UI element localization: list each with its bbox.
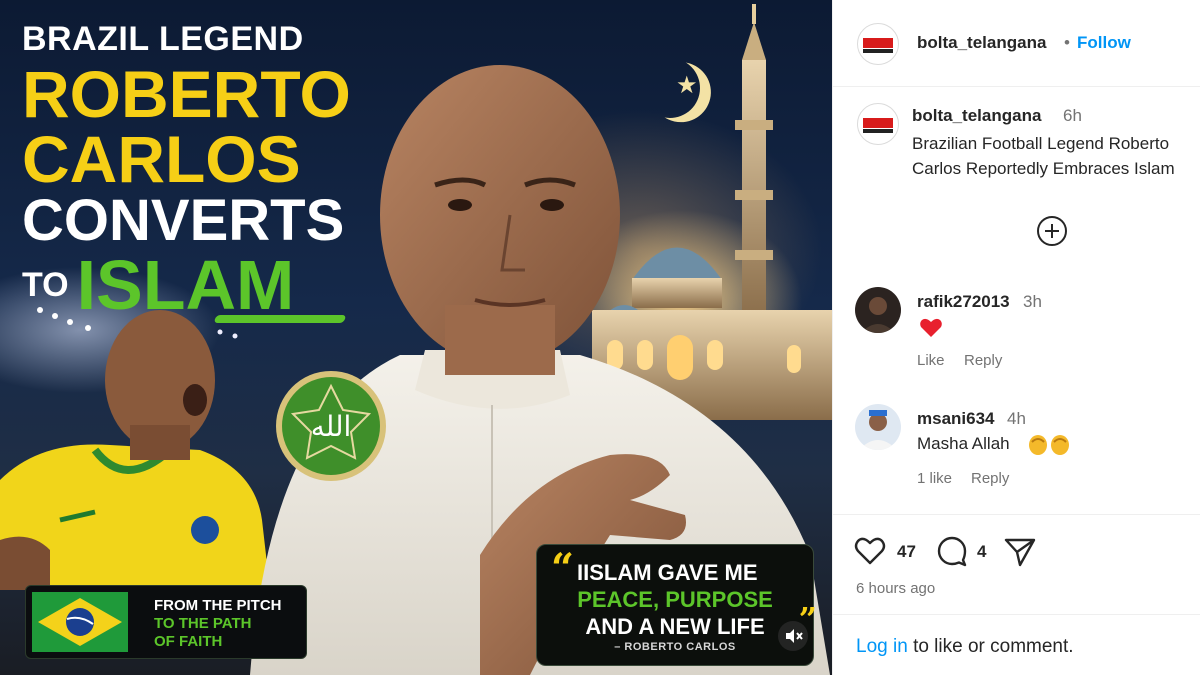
red-heart-icon: [920, 318, 942, 337]
flag-caption-line-3: OF FAITH: [154, 633, 223, 650]
caption-time[interactable]: 6h: [1063, 106, 1082, 126]
headline-first-name: ROBERTO: [22, 57, 351, 131]
quote-line-1: IISLAM GAVE ME: [577, 560, 758, 585]
comment-username[interactable]: rafik272013: [917, 292, 1010, 312]
comment-like-button[interactable]: Like: [917, 352, 945, 369]
separator-dot: •: [1064, 33, 1070, 52]
actions-divider: [833, 514, 1200, 515]
login-link[interactable]: Log in: [856, 636, 908, 657]
share-icon[interactable]: [1003, 534, 1037, 568]
comment-text: Masha Allah: [917, 434, 1010, 453]
author-username[interactable]: bolta_telangana: [917, 33, 1046, 53]
follow-button[interactable]: Follow: [1077, 33, 1131, 53]
comment-username[interactable]: msani634: [917, 409, 995, 429]
post-media[interactable]: ★ BRAZIL LEGEND ROBERTO CARLOS CONVERTS …: [0, 0, 832, 675]
quote-author: – ROBERTO CARLOS: [614, 641, 736, 653]
clapping-hands-icon: [1029, 435, 1069, 455]
footer-divider: [833, 614, 1200, 615]
caption-username[interactable]: bolta_telangana: [912, 106, 1041, 126]
login-prompt: Log in to like or comment.: [856, 636, 1074, 658]
brazil-flag-icon: [32, 592, 128, 652]
caption-text: Brazilian Football Legend Roberto Carlos…: [912, 134, 1175, 178]
flag-caption-line-1: FROM THE PITCH: [154, 597, 282, 614]
flag-caption-line-2: TO THE PATH: [154, 615, 252, 632]
comment-time[interactable]: 3h: [1023, 292, 1042, 312]
comment-count[interactable]: 4: [977, 542, 986, 562]
headline-line-1: BRAZIL LEGEND: [22, 20, 304, 58]
post-side-panel: bolta_telangana • Follow bolta_telangana…: [832, 0, 1200, 675]
plus-circle-icon[interactable]: [1036, 215, 1068, 247]
comment-reply-button[interactable]: Reply: [964, 352, 1002, 369]
comment-time[interactable]: 4h: [1007, 409, 1026, 429]
comment-icon[interactable]: [935, 534, 969, 568]
comment-like-count[interactable]: 1 like: [917, 470, 952, 487]
headline-to: TO: [22, 266, 69, 305]
headline-last-name: CARLOS: [22, 121, 301, 196]
quote-line-3: AND A NEW LIFE: [585, 614, 765, 639]
comment-avatar[interactable]: [855, 287, 901, 333]
headline: BRAZIL LEGEND ROBERTO CARLOS CONVERTS TO…: [22, 22, 351, 320]
like-count[interactable]: 47: [897, 542, 916, 562]
badge-calligraphy: الله: [310, 409, 352, 443]
flag-caption-box: FROM THE PITCH TO THE PATH OF FAITH: [25, 585, 307, 659]
comment-avatar[interactable]: [855, 404, 901, 450]
login-prompt-text: to like or comment.: [913, 636, 1074, 657]
underline-brush: [213, 315, 347, 323]
quote-box: “ IISLAM GAVE ME PEACE, PURPOSE AND A NE…: [536, 544, 817, 666]
headline-converts: CONVERTS: [22, 188, 345, 254]
header-divider: [833, 86, 1200, 87]
comment-reply-button[interactable]: Reply: [971, 470, 1009, 487]
quote-line-2: PEACE, PURPOSE: [577, 587, 773, 612]
heart-icon[interactable]: [853, 534, 887, 568]
post-timestamp[interactable]: 6 hours ago: [856, 580, 935, 597]
speaker-muted-icon[interactable]: [778, 621, 808, 651]
author-avatar[interactable]: [857, 23, 899, 65]
caption-avatar[interactable]: [857, 103, 899, 145]
allah-calligraphy-badge: الله: [275, 370, 387, 482]
headline-islam: ISLAM: [76, 246, 295, 325]
logo-mark: [863, 38, 893, 48]
